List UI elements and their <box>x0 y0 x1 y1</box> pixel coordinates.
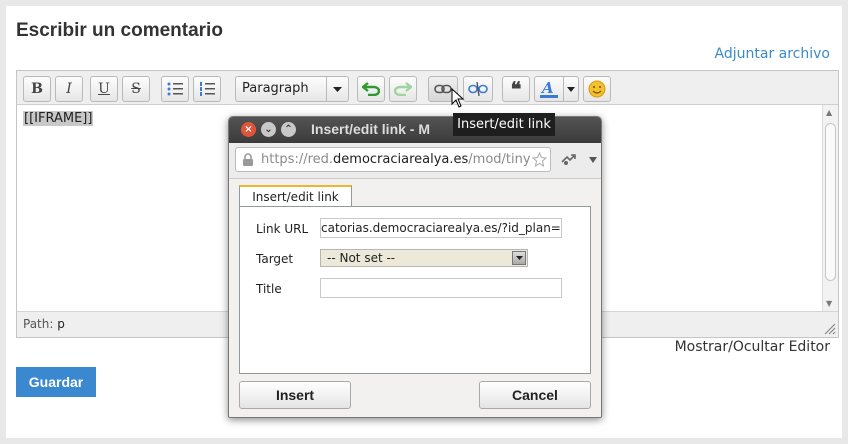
link-tooltip: Insert/edit link <box>453 113 555 136</box>
blockquote-button[interactable]: ❝ <box>502 76 530 102</box>
url-suffix: /mod/tiny <box>468 152 531 167</box>
dialog-url-bar: https://red.democraciarealya.es/mod/tiny <box>229 143 601 179</box>
insert-link-dialog: × ⌄ ⌃ Insert/edit link - M https://red.d… <box>228 116 602 418</box>
bullet-list-button[interactable] <box>161 76 189 102</box>
svg-text:A: A <box>540 80 554 97</box>
numbered-list-button[interactable] <box>193 76 221 102</box>
resize-grip-icon[interactable] <box>824 323 836 335</box>
tab-insert-edit-link[interactable]: Insert/edit link <box>239 185 352 207</box>
tab-panel: Link URL catorias.democraciarealya.es/?i… <box>239 206 591 374</box>
target-select[interactable]: -- Not set -- <box>320 249 528 267</box>
minimize-icon[interactable]: ⌄ <box>261 122 276 137</box>
iframe-placeholder: [[IFRAME]] <box>23 111 94 126</box>
undo-button[interactable] <box>357 76 385 102</box>
editor-toolbar: B I U S Paragraph ❝ A <box>17 71 838 105</box>
toggle-editor-link[interactable]: Mostrar/Ocultar Editor <box>675 339 830 355</box>
text-color-dropdown[interactable] <box>563 76 579 102</box>
url-domain: democraciarealya.es <box>333 152 469 167</box>
scrollbar-thumb[interactable] <box>825 123 836 281</box>
target-label: Target <box>256 252 294 266</box>
title-input[interactable] <box>320 278 562 298</box>
element-path: Path: p <box>23 317 65 331</box>
title-label: Title <box>256 282 282 296</box>
chevron-down-icon <box>567 86 575 92</box>
text-color-icon: A <box>540 80 558 98</box>
redo-button[interactable] <box>389 76 417 102</box>
maximize-icon[interactable]: ⌃ <box>281 122 296 137</box>
close-icon[interactable]: × <box>241 122 256 137</box>
undo-icon <box>362 82 380 96</box>
dialog-address-field[interactable]: https://red.democraciarealya.es/mod/tiny <box>235 147 551 172</box>
underline-button[interactable]: U <box>90 76 118 102</box>
link-icon <box>434 84 452 94</box>
editor-content[interactable]: [[IFRAME]] <box>23 111 94 126</box>
attach-file-link[interactable]: Adjuntar archivo <box>715 46 830 62</box>
numbered-list-icon <box>200 82 215 96</box>
insert-button[interactable]: Insert <box>239 381 351 409</box>
cancel-button[interactable]: Cancel <box>479 381 591 409</box>
strikethrough-button[interactable]: S <box>122 76 150 102</box>
format-select[interactable]: Paragraph <box>235 76 349 102</box>
bullet-list-icon <box>167 82 183 96</box>
chevron-down-icon <box>326 77 348 101</box>
unlink-button[interactable] <box>463 76 493 102</box>
link-url-input[interactable]: catorias.democraciarealya.es/?id_plan=3 <box>320 218 562 238</box>
bold-button[interactable]: B <box>23 76 51 102</box>
editor-scrollbar[interactable]: ▲ ▼ <box>822 105 838 311</box>
emoticon-button[interactable] <box>583 76 611 102</box>
addon-icon[interactable] <box>561 154 577 166</box>
smiley-icon <box>588 80 606 98</box>
chevron-down-icon <box>512 251 526 265</box>
lock-icon <box>243 153 253 166</box>
bookmark-star-icon[interactable] <box>532 152 547 167</box>
dialog-title: Insert/edit link - M <box>311 121 431 137</box>
redo-icon <box>394 82 412 96</box>
scroll-down-icon[interactable]: ▼ <box>826 299 832 308</box>
mouse-cursor-icon <box>451 88 465 108</box>
format-select-value: Paragraph <box>242 81 309 96</box>
save-button[interactable]: Guardar <box>16 367 96 397</box>
italic-button[interactable]: I <box>55 76 83 102</box>
chevron-down-icon[interactable] <box>589 157 597 163</box>
scroll-up-icon[interactable]: ▲ <box>826 108 832 117</box>
text-color-button[interactable]: A <box>534 76 564 102</box>
page-title: Escribir un comentario <box>16 20 223 41</box>
link-url-label: Link URL <box>256 222 309 236</box>
path-element[interactable]: p <box>57 317 65 331</box>
unlink-icon <box>468 82 488 96</box>
url-prefix: https://red. <box>261 152 334 167</box>
